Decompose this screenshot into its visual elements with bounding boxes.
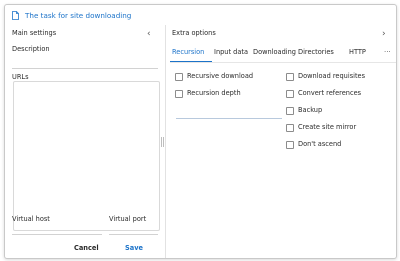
virtual-port-label: Virtual port (109, 215, 147, 223)
dialog-title: The task for site downloading (25, 11, 132, 20)
main-settings-panel: Main settings ‹ Description URLs Virtual… (5, 25, 162, 258)
tab-http[interactable]: HTTP (349, 48, 366, 56)
option-label: Create site mirror (298, 123, 357, 131)
more-tabs-button[interactable]: ··· (384, 48, 391, 56)
virtual-host-field[interactable] (12, 234, 102, 235)
checkbox[interactable] (286, 90, 294, 98)
virtual-host-label: Virtual host (12, 215, 50, 223)
tabs-divider (170, 62, 396, 63)
option-label: Recursion depth (187, 89, 241, 97)
site-download-dialog: The task for site downloading Main setti… (4, 4, 397, 259)
save-button[interactable]: Save (125, 244, 143, 252)
checkbox[interactable] (286, 73, 294, 81)
checkbox[interactable] (286, 141, 294, 149)
urls-textarea[interactable] (13, 81, 160, 231)
virtual-port-field[interactable] (109, 234, 158, 235)
main-settings-header: Main settings (12, 29, 57, 37)
tab-directories[interactable]: Directories (298, 48, 334, 56)
checkbox[interactable] (175, 73, 183, 81)
collapse-left-panel-button[interactable]: ‹ (147, 30, 151, 39)
expand-right-panel-button[interactable]: › (382, 30, 386, 39)
checkbox[interactable] (286, 107, 294, 115)
tab-input-data[interactable]: Input data (214, 48, 248, 56)
extra-options-header: Extra options (172, 29, 216, 37)
option-label: Convert references (298, 89, 362, 97)
description-label: Description (12, 45, 50, 53)
active-tab-indicator (170, 61, 212, 62)
urls-label: URLs (12, 73, 29, 81)
checkbox[interactable] (175, 90, 183, 98)
option-label: Recursive download (187, 72, 254, 80)
checkbox[interactable] (286, 124, 294, 132)
title-bar: The task for site downloading (5, 5, 396, 25)
option-label: Backup (298, 106, 323, 114)
recursion-depth-input[interactable] (176, 118, 282, 119)
option-label: Download requisites (298, 72, 366, 80)
cancel-button[interactable]: Cancel (74, 244, 99, 252)
description-field[interactable] (12, 68, 158, 69)
option-label: Don't ascend (298, 140, 342, 148)
document-icon (12, 11, 19, 20)
tab-recursion[interactable]: Recursion (172, 48, 204, 56)
extra-options-panel: Extra options › Recursion Input data Dow… (165, 25, 396, 258)
tab-downloading[interactable]: Downloading (253, 48, 296, 56)
